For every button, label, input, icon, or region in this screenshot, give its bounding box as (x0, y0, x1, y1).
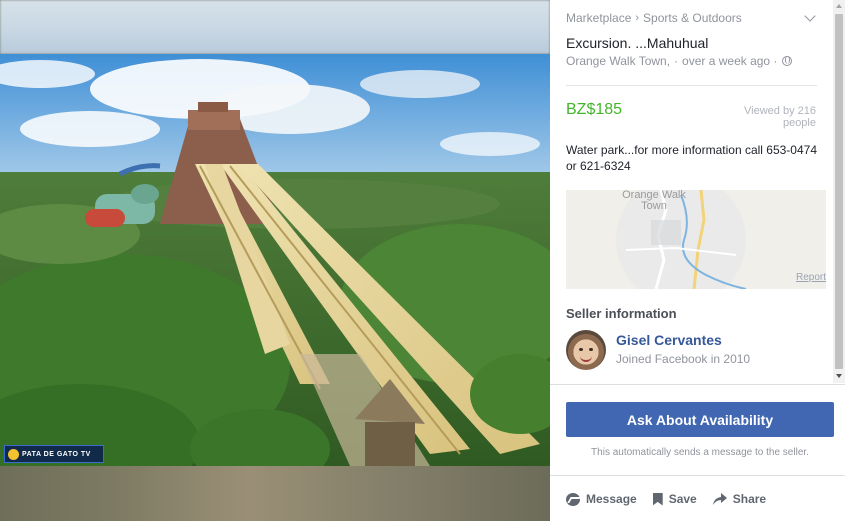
divider (550, 475, 845, 476)
photo-blur-background-bottom (0, 466, 550, 521)
divider (550, 384, 845, 385)
auto-message-note: This automatically sends a message to th… (591, 447, 809, 458)
ask-about-availability-button[interactable]: Ask About Availability (566, 402, 834, 437)
breadcrumb: Marketplace › Sports & Outdoors (566, 11, 742, 25)
map-report-link[interactable]: Report (796, 272, 826, 283)
map-graphic (616, 190, 747, 289)
seller-info-heading: Seller information (566, 306, 677, 321)
breadcrumb-marketplace[interactable]: Marketplace (566, 11, 631, 25)
divider (566, 85, 817, 86)
listing-description: Water park...for more information call 6… (566, 143, 817, 173)
listing-posted-time: over a week ago · (682, 54, 778, 68)
view-count: Viewed by 216 people (744, 105, 816, 129)
message-button[interactable]: Message (566, 492, 637, 506)
avatar[interactable] (566, 330, 606, 370)
avatar-eye (579, 348, 583, 351)
breadcrumb-separator: › (635, 12, 640, 24)
photo-viewer[interactable]: PATA DE GATO TV (0, 0, 550, 521)
scrollbar-thumb[interactable] (835, 14, 843, 369)
globe-icon (782, 56, 793, 66)
bookmark-icon (652, 492, 663, 506)
message-icon (566, 492, 580, 506)
message-label: Message (586, 492, 637, 506)
scroll-up-icon[interactable] (836, 4, 842, 8)
save-label: Save (668, 492, 697, 506)
chevron-down-icon[interactable] (804, 10, 816, 22)
avatar-smile (580, 356, 592, 362)
save-button[interactable]: Save (652, 492, 697, 506)
listing-title: Excursion. ...Mahuhual (566, 35, 709, 51)
photo-blur-background-top (0, 0, 550, 54)
scrollbar[interactable] (833, 0, 845, 383)
listing-price: BZ$185 (566, 101, 623, 118)
water-park-image (0, 54, 550, 466)
listing-meta: Orange Walk Town, · over a week ago · (566, 54, 793, 68)
share-label: Share (732, 492, 767, 506)
watermark-logo-icon (8, 448, 19, 460)
map-town-label: Orange Walk Town (622, 190, 686, 212)
location-map[interactable]: Orange Walk Town Report (566, 190, 826, 289)
photo-watermark: PATA DE GATO TV (4, 445, 104, 463)
watermark-text: PATA DE GATO TV (22, 450, 91, 458)
meta-dot: · (674, 54, 679, 68)
scroll-down-icon[interactable] (836, 374, 842, 378)
share-icon (712, 493, 727, 505)
listing-location[interactable]: Orange Walk Town, (566, 54, 670, 68)
breadcrumb-category[interactable]: Sports & Outdoors (643, 11, 742, 25)
listing-details-scroll[interactable]: Marketplace › Sports & Outdoors Excursio… (550, 0, 845, 383)
seller-joined: Joined Facebook in 2010 (616, 352, 751, 366)
share-button[interactable]: Share (712, 492, 767, 506)
action-bar: Message Save Share (566, 492, 782, 506)
avatar-eye (589, 348, 593, 351)
listing-sidebar: Marketplace › Sports & Outdoors Excursio… (550, 0, 845, 521)
seller-name-link[interactable]: Gisel Cervantes (616, 332, 722, 348)
listing-photo[interactable] (0, 54, 550, 466)
